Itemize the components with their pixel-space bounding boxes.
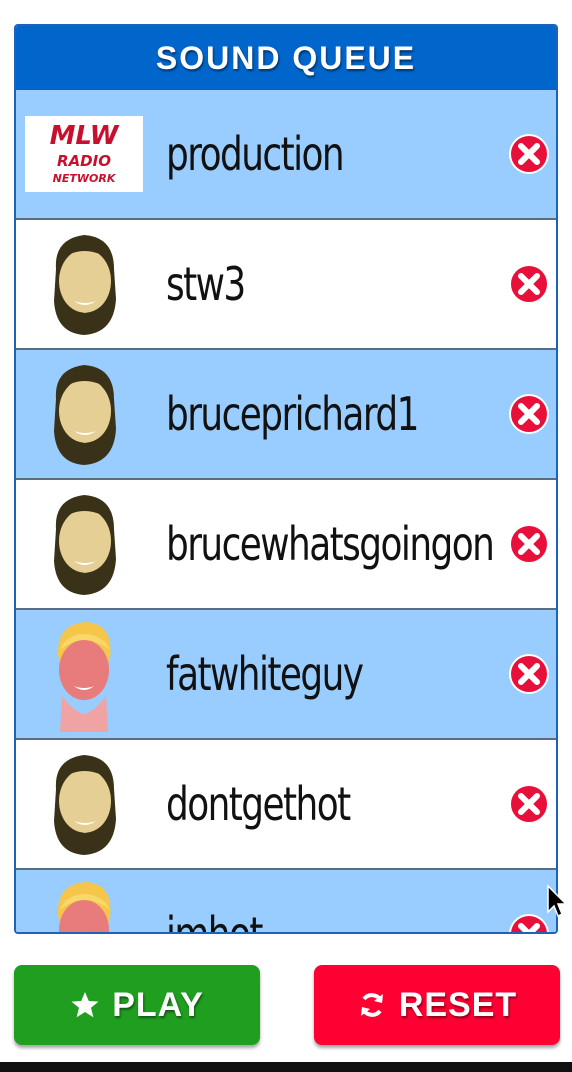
remove-icon[interactable] (508, 263, 550, 305)
queue-item[interactable]: brucewhatsgoingon (16, 480, 556, 610)
bearded-face-avatar (24, 480, 144, 608)
queue-item-label: brucewhatsgoingon (166, 517, 495, 571)
queue-title: SOUND QUEUE (16, 26, 556, 90)
queue-item-label: fatwhiteguy (166, 647, 364, 701)
bearded-face-avatar (24, 350, 144, 478)
play-button-label: PLAY (112, 985, 204, 1024)
queue-item-label: imhot (166, 907, 263, 932)
queue-item-label: stw3 (166, 257, 246, 311)
mouse-cursor-icon (547, 884, 568, 918)
blonde-face-avatar (24, 870, 144, 932)
queue-item[interactable]: fatwhiteguy (16, 610, 556, 740)
logo-mid-text: RADIO (57, 152, 111, 170)
queue-item[interactable]: stw3 (16, 220, 556, 350)
bearded-face-avatar (24, 740, 144, 868)
queue-item[interactable]: MLW RADIO NETWORK production (16, 90, 556, 220)
mlw-logo-avatar: MLW RADIO NETWORK (24, 90, 144, 218)
remove-icon[interactable] (508, 133, 550, 175)
logo-top-text: MLW (50, 121, 120, 151)
remove-icon[interactable] (508, 783, 550, 825)
bottom-edge (0, 1062, 572, 1072)
bearded-face-avatar (24, 220, 144, 348)
blonde-face-avatar (24, 610, 144, 738)
queue-list[interactable]: MLW RADIO NETWORK production stw3 brucep… (16, 90, 556, 932)
queue-item[interactable]: imhot (16, 870, 556, 932)
queue-item[interactable]: dontgethot (16, 740, 556, 870)
remove-icon[interactable] (508, 393, 550, 435)
star-icon (71, 992, 99, 1018)
sound-queue-panel: SOUND QUEUE MLW RADIO NETWORK production (14, 24, 558, 934)
play-button[interactable]: PLAY (14, 965, 260, 1045)
remove-icon[interactable] (508, 523, 550, 565)
reset-button-label: RESET (398, 985, 518, 1024)
reset-button[interactable]: RESET (314, 965, 560, 1045)
queue-item[interactable]: bruceprichard1 (16, 350, 556, 480)
logo-bottom-text: NETWORK (53, 172, 117, 185)
refresh-icon (360, 993, 383, 1017)
remove-icon[interactable] (508, 913, 550, 932)
queue-item-label: dontgethot (166, 777, 351, 831)
remove-icon[interactable] (508, 653, 550, 695)
queue-item-label: production (166, 127, 345, 181)
queue-item-label: bruceprichard1 (166, 387, 419, 441)
